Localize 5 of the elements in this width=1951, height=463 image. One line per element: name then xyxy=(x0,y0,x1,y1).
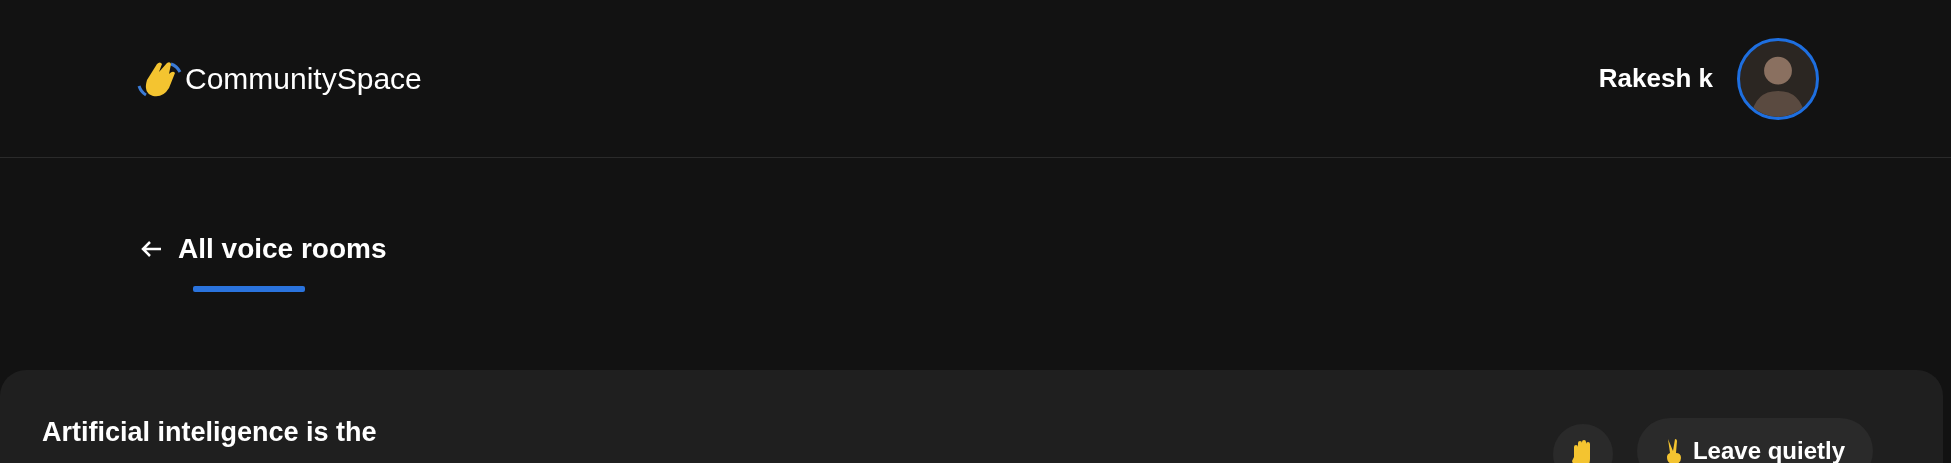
back-link[interactable]: All voice rooms xyxy=(178,228,387,270)
user-name: Rakesh k xyxy=(1598,62,1713,95)
room-title: Artificial inteligence is the xyxy=(42,416,377,449)
back-arrow-icon[interactable] xyxy=(140,240,162,258)
brand-name[interactable]: CommunitySpace xyxy=(185,56,422,101)
